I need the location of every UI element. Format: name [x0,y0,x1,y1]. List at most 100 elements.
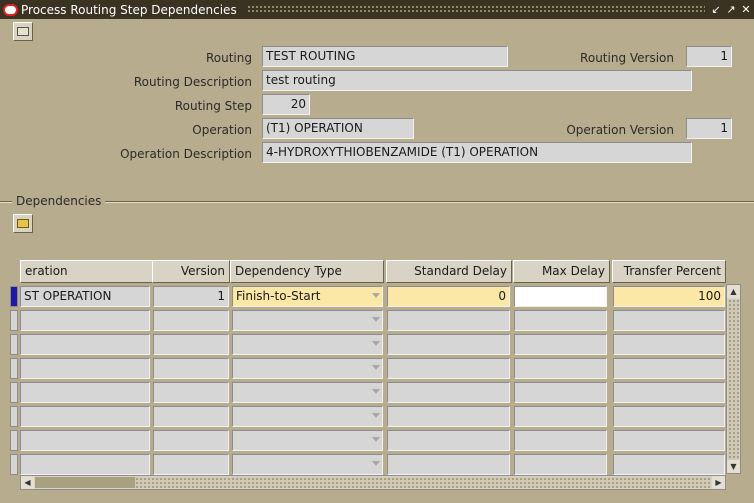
row-indicator[interactable] [10,358,18,379]
horizontal-scrollbar[interactable]: ◀ ▶ [20,475,726,490]
cell-transfer-percent[interactable] [613,382,725,403]
column-header-transfer-percent[interactable]: Transfer Percent [612,260,726,283]
cell-version[interactable] [153,358,229,379]
row-indicator[interactable] [10,406,18,427]
chevron-down-icon[interactable] [372,413,380,418]
cell-standard-delay[interactable] [387,358,510,379]
row-indicator[interactable] [10,430,18,451]
chevron-down-icon[interactable] [372,341,380,346]
title-bar-texture [246,5,705,14]
routing-version-field[interactable]: 1 [686,46,732,67]
section-divider-highlight [0,202,754,203]
routing-field[interactable]: TEST ROUTING [262,46,508,67]
chevron-down-icon[interactable] [372,365,380,370]
chevron-down-icon[interactable] [372,293,380,298]
row-indicator[interactable] [10,382,18,403]
cell-standard-delay[interactable] [387,430,510,451]
scroll-up-icon[interactable]: ▲ [727,285,740,298]
row-indicator[interactable] [10,334,18,355]
attachment-button[interactable] [13,22,33,41]
title-bar: Process Routing Step Dependencies ↙ ↗ ✕ [0,0,754,19]
cell-transfer-percent[interactable]: 100 [613,286,725,307]
cell-max-delay[interactable] [514,358,607,379]
horizontal-scroll-thumb[interactable] [35,477,135,488]
cell-transfer-percent[interactable] [613,430,725,451]
cell-version[interactable]: 1 [153,286,229,307]
dependencies-section-title: Dependencies [12,194,106,208]
cell-transfer-percent[interactable] [613,454,725,475]
cell-version[interactable] [153,454,229,475]
cell-dependency-type[interactable] [232,430,383,451]
close-icon[interactable]: ✕ [739,3,753,17]
cell-transfer-percent[interactable] [613,310,725,331]
cell-version[interactable] [153,310,229,331]
open-folder-button[interactable] [13,214,33,233]
cell-max-delay[interactable] [514,430,607,451]
column-header-operation[interactable]: eration [20,260,160,283]
cell-standard-delay[interactable] [387,310,510,331]
cell-operation[interactable] [20,406,150,427]
cell-dependency-type[interactable] [232,310,383,331]
operation-description-label: Operation Description [120,147,252,161]
cell-standard-delay[interactable] [387,406,510,427]
cell-standard-delay[interactable] [387,334,510,355]
routing-description-field[interactable]: test routing [262,70,692,91]
cell-dependency-type[interactable] [232,382,383,403]
chevron-down-icon[interactable] [372,437,380,442]
maximize-icon[interactable]: ↗ [724,3,738,17]
column-header-dependency-type[interactable]: Dependency Type [230,260,384,283]
current-row-indicator[interactable] [10,286,18,307]
dependency-type-value: Finish-to-Start [236,289,321,303]
cell-max-delay[interactable] [514,310,607,331]
cell-dependency-type[interactable] [232,334,383,355]
vertical-scrollbar[interactable]: ▲ ▼ [726,284,741,474]
cell-max-delay[interactable] [514,334,607,355]
routing-step-field[interactable]: 20 [262,94,310,115]
scroll-right-icon[interactable]: ▶ [712,476,725,489]
chevron-down-icon[interactable] [372,389,380,394]
column-header-version[interactable]: Version [152,260,230,283]
chevron-down-icon[interactable] [372,317,380,322]
routing-description-label: Routing Description [133,75,252,89]
operation-description-field[interactable]: 4-HYDROXYTHIOBENZAMIDE (T1) OPERATION [262,142,692,163]
cell-standard-delay[interactable] [387,454,510,475]
cell-max-delay[interactable] [514,406,607,427]
row-indicator[interactable] [10,310,18,331]
row-indicator[interactable] [10,454,18,475]
scroll-down-icon[interactable]: ▼ [727,460,740,473]
cell-operation[interactable] [20,358,150,379]
cell-version[interactable] [153,430,229,451]
column-header-max-delay[interactable]: Max Delay [513,260,610,283]
cell-transfer-percent[interactable] [613,406,725,427]
operation-version-field[interactable]: 1 [686,118,732,139]
cell-operation[interactable] [20,334,150,355]
column-header-standard-delay[interactable]: Standard Delay [386,260,512,283]
cell-dependency-type[interactable] [232,406,383,427]
vertical-scroll-thumb[interactable] [728,299,739,460]
cell-transfer-percent[interactable] [613,334,725,355]
cell-operation[interactable] [20,382,150,403]
operation-field[interactable]: (T1) OPERATION [262,118,414,139]
minimize-icon[interactable]: ↙ [709,3,723,17]
cell-standard-delay[interactable]: 0 [387,286,510,307]
cell-version[interactable] [153,406,229,427]
cell-dependency-type[interactable]: Finish-to-Start [232,286,383,307]
cell-operation[interactable]: ST OPERATION [20,286,150,307]
chevron-down-icon[interactable] [372,461,380,466]
routing-label: Routing [205,51,252,65]
cell-operation[interactable] [20,454,150,475]
scroll-left-icon[interactable]: ◀ [21,476,34,489]
cell-standard-delay[interactable] [387,382,510,403]
horizontal-scroll-track[interactable] [135,477,711,488]
cell-max-delay[interactable] [514,454,607,475]
cell-operation[interactable] [20,430,150,451]
cell-operation[interactable] [20,310,150,331]
cell-max-delay[interactable] [514,286,607,307]
cell-version[interactable] [153,382,229,403]
window-title: Process Routing Step Dependencies [21,2,243,17]
cell-version[interactable] [153,334,229,355]
cell-transfer-percent[interactable] [613,358,725,379]
cell-dependency-type[interactable] [232,454,383,475]
cell-dependency-type[interactable] [232,358,383,379]
cell-max-delay[interactable] [514,382,607,403]
